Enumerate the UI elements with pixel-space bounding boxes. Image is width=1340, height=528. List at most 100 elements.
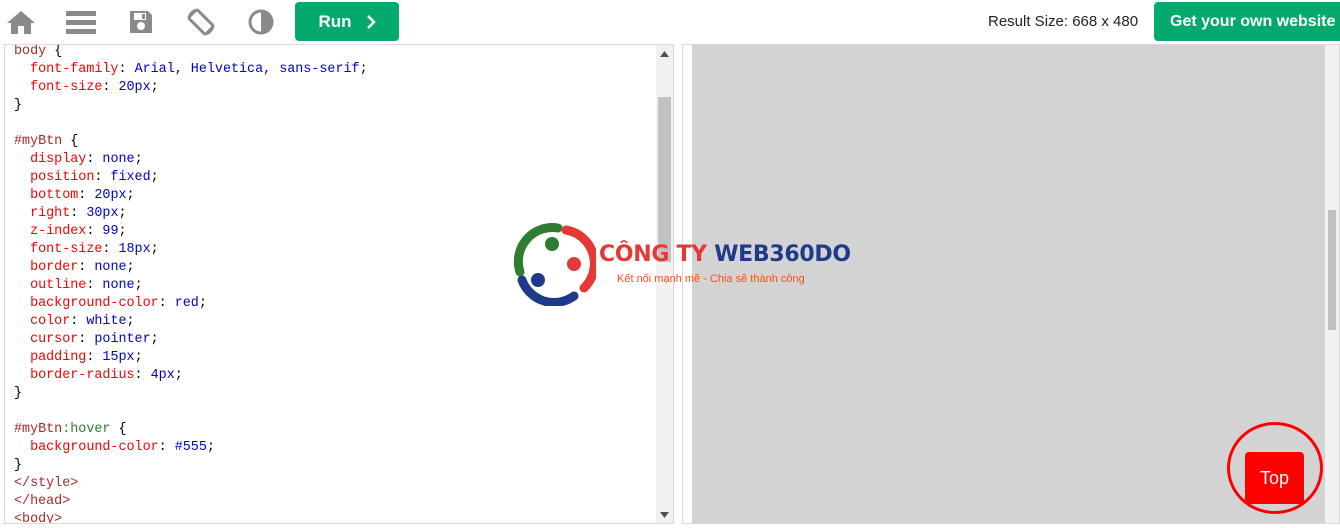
code-token: : xyxy=(158,296,175,311)
run-button[interactable]: Run xyxy=(295,2,399,41)
code-token: #myBtn xyxy=(14,134,63,149)
code-token: ; xyxy=(206,440,215,455)
code-token: position xyxy=(30,170,95,185)
code-token: : xyxy=(158,440,175,455)
code-line: border-radius: 4px; xyxy=(14,367,368,385)
code-token: : xyxy=(86,278,103,293)
code-token: ; xyxy=(134,152,143,167)
code-token: ; xyxy=(126,260,135,275)
code-token: 20px xyxy=(94,188,127,203)
code-line: font-size: 18px; xyxy=(14,241,368,259)
code-line: #myBtn { xyxy=(14,133,368,151)
code-token: border xyxy=(30,260,79,275)
watermark: CÔNG TY WEB360DO Kết nối mạnh mẽ - Chia … xyxy=(512,222,851,306)
code-token: :hover xyxy=(62,422,111,437)
code-token: fixed xyxy=(110,170,151,185)
company-name-part2: WEB360DO xyxy=(714,242,851,267)
code-token: 30px xyxy=(86,206,119,221)
code-token: { xyxy=(110,422,127,437)
company-tagline: Kết nối mạnh mẽ - Chia sẽ thành công xyxy=(617,273,805,285)
code-line: font-size: 20px; xyxy=(14,79,368,97)
code-token: cursor xyxy=(30,332,79,347)
result-scrollbar[interactable] xyxy=(1325,45,1339,523)
code-token: #555 xyxy=(174,440,207,455)
code-line: </style> xyxy=(14,475,368,493)
rotate-icon[interactable] xyxy=(185,6,217,38)
code-token: 18px xyxy=(118,242,151,257)
code-line: font-family: Arial, Helvetica, sans-seri… xyxy=(14,61,368,79)
code-token: white xyxy=(86,314,127,329)
code-token: Arial, Helvetica, sans-serif xyxy=(134,62,360,77)
result-size-label: Result Size: 668 x 480 xyxy=(988,13,1139,30)
code-token: : xyxy=(70,206,87,221)
code-token: </style> xyxy=(14,476,79,491)
scroll-up-arrow-icon[interactable] xyxy=(656,45,673,62)
code-token: #myBtn xyxy=(14,422,63,437)
code-token: font-family xyxy=(30,62,119,77)
code-token: none xyxy=(94,260,127,275)
code-token: </head> xyxy=(14,494,71,509)
code-line: background-color: #555; xyxy=(14,439,368,457)
code-token: ; xyxy=(150,80,159,95)
code-line: } xyxy=(14,97,368,115)
code-token: color xyxy=(30,314,71,329)
code-token: : xyxy=(94,170,111,185)
code-line: outline: none; xyxy=(14,277,368,295)
code-line: border: none; xyxy=(14,259,368,277)
code-token: : xyxy=(70,314,87,329)
code-line: z-index: 99; xyxy=(14,223,368,241)
code-token: : xyxy=(102,80,119,95)
scroll-down-arrow-icon[interactable] xyxy=(656,506,673,523)
menu-icon[interactable] xyxy=(65,6,97,38)
code-token: : xyxy=(78,188,95,203)
company-logo-icon xyxy=(513,223,596,306)
code-token: : xyxy=(86,152,103,167)
top-button[interactable]: Top xyxy=(1245,452,1304,504)
code-token: ; xyxy=(150,332,159,347)
code-line: right: 30px; xyxy=(14,205,368,223)
code-token: none xyxy=(102,152,135,167)
code-token: display xyxy=(30,152,87,167)
code-token: ; xyxy=(118,224,127,239)
chevron-right-icon xyxy=(366,14,376,29)
code-lines: body { font-family: Arial, Helvetica, sa… xyxy=(14,45,368,523)
code-token: ; xyxy=(134,278,143,293)
result-scrollbar-thumb[interactable] xyxy=(1328,210,1336,330)
code-token: : xyxy=(118,62,135,77)
code-token: ; xyxy=(174,368,183,383)
code-token: } xyxy=(14,98,23,113)
code-token: ; xyxy=(126,188,135,203)
code-token: right xyxy=(30,206,71,221)
code-token: 4px xyxy=(150,368,175,383)
code-token: padding xyxy=(30,350,87,365)
code-line: position: fixed; xyxy=(14,169,368,187)
code-token: <body> xyxy=(14,512,63,523)
toolbar: Run Result Size: 668 x 480 Get your own … xyxy=(0,0,1340,44)
home-icon[interactable] xyxy=(5,6,37,38)
code-token: { xyxy=(62,134,79,149)
code-line: #myBtn:hover { xyxy=(14,421,368,439)
code-line: padding: 15px; xyxy=(14,349,368,367)
code-token: none xyxy=(102,278,135,293)
contrast-icon[interactable] xyxy=(245,6,277,38)
code-line: color: white; xyxy=(14,313,368,331)
code-line: display: none; xyxy=(14,151,368,169)
get-your-own-website-button[interactable]: Get your own website xyxy=(1154,2,1340,41)
code-token: z-index xyxy=(30,224,87,239)
code-token: font-size xyxy=(30,242,103,257)
code-token: : xyxy=(78,332,95,347)
run-button-label: Run xyxy=(318,11,352,31)
code-line: <body> xyxy=(14,511,368,523)
save-icon[interactable] xyxy=(125,6,157,38)
code-line: body { xyxy=(14,45,368,61)
